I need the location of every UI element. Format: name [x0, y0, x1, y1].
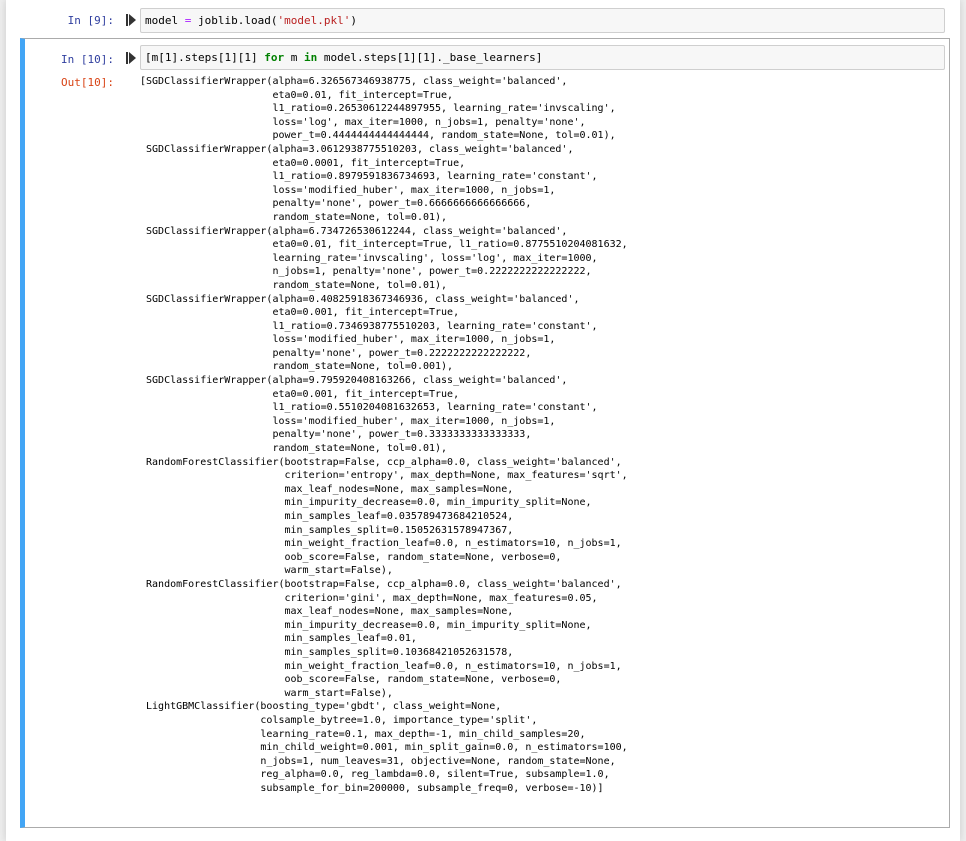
run-cell-icon[interactable] [126, 14, 136, 26]
code-cell-10[interactable]: In [10]: [m[1].steps[1][1] for m in mode… [20, 38, 950, 828]
cell-output: [SGDClassifierWrapper(alpha=6.3265673469… [140, 76, 628, 794]
run-cell-icon[interactable] [126, 52, 136, 64]
code-cell-9[interactable]: In [9]: model = joblib.load('model.pkl') [20, 6, 950, 36]
code-input[interactable]: [m[1].steps[1][1] for m in model.steps[1… [140, 45, 945, 70]
input-prompt: In [9]: [67, 14, 114, 27]
notebook-container: In [9]: model = joblib.load('model.pkl')… [6, 0, 960, 841]
input-prompt: In [10]: [61, 53, 114, 66]
code-input[interactable]: model = joblib.load('model.pkl') [140, 8, 945, 33]
output-prompt: Out[10]: [61, 76, 114, 89]
